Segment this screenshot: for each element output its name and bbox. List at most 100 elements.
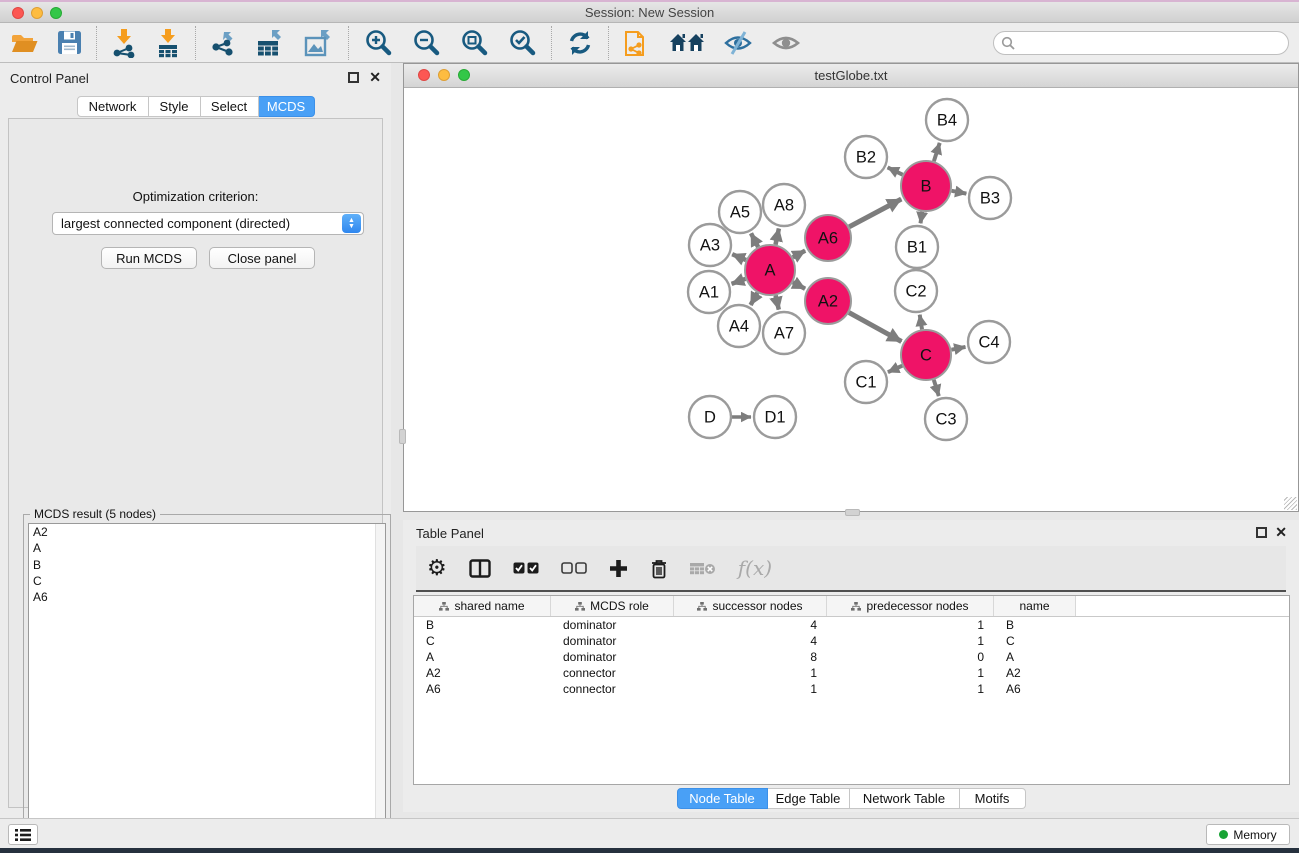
graph-edge-C-C3[interactable] bbox=[934, 380, 939, 396]
graph-edge-A-A3[interactable] bbox=[732, 254, 746, 260]
table-cell[interactable]: B bbox=[414, 617, 551, 633]
zoom-fit-button[interactable] bbox=[450, 25, 498, 61]
graph-edge-C-C1[interactable] bbox=[888, 366, 902, 373]
import-network-button[interactable] bbox=[102, 25, 146, 61]
optimization-select[interactable]: largest connected component (directed) ▲… bbox=[52, 212, 364, 235]
table-cell[interactable]: connector bbox=[551, 665, 674, 681]
graph-edge-A-A7[interactable] bbox=[776, 295, 779, 309]
tab-motifs[interactable]: Motifs bbox=[960, 788, 1026, 809]
graph-edge-A2-C[interactable] bbox=[849, 313, 902, 342]
network-canvas[interactable]: B4B2BB3A8A5A6A3B1AA1C2A2A4A7C4CC1DD1C3 bbox=[404, 88, 1298, 511]
import-table-button[interactable] bbox=[146, 25, 190, 61]
show-graphics-details-button[interactable] bbox=[762, 25, 810, 61]
column-header-successor-nodes[interactable]: successor nodes bbox=[674, 596, 827, 616]
run-mcds-button[interactable]: Run MCDS bbox=[101, 247, 197, 269]
column-header-MCDS-role[interactable]: MCDS role bbox=[551, 596, 674, 616]
table-cell[interactable]: A6 bbox=[994, 681, 1076, 697]
graph-edge-A-A6[interactable] bbox=[793, 251, 805, 258]
export-image-button[interactable] bbox=[295, 25, 343, 61]
table-cell[interactable]: 4 bbox=[674, 633, 827, 649]
table-cell[interactable]: A2 bbox=[994, 665, 1076, 681]
scrollbar-track[interactable] bbox=[375, 524, 385, 850]
add-column-button[interactable] bbox=[598, 559, 639, 578]
graph-edge-B-B1[interactable] bbox=[921, 212, 923, 224]
delete-column-button[interactable] bbox=[639, 558, 679, 579]
close-window-button[interactable] bbox=[12, 7, 24, 19]
select-all-button[interactable] bbox=[502, 562, 550, 574]
table-cell[interactable]: connector bbox=[551, 681, 674, 697]
zoom-out-button[interactable] bbox=[402, 25, 450, 61]
search-field[interactable] bbox=[993, 31, 1289, 55]
node-table[interactable]: shared nameMCDS rolesuccessor nodesprede… bbox=[413, 595, 1290, 785]
column-header-name[interactable]: name bbox=[994, 596, 1076, 616]
memory-button[interactable]: Memory bbox=[1206, 824, 1290, 845]
table-cell[interactable]: 1 bbox=[827, 681, 994, 697]
new-network-from-file-button[interactable] bbox=[614, 25, 660, 61]
hide-graphics-details-button[interactable] bbox=[714, 25, 762, 61]
float-panel-icon[interactable] bbox=[1256, 527, 1267, 538]
close-panel-button[interactable]: Close panel bbox=[209, 247, 315, 269]
table-row[interactable]: Cdominator41C bbox=[414, 633, 1289, 649]
table-cell[interactable]: dominator bbox=[551, 617, 674, 633]
graph-edge-A-A8[interactable] bbox=[776, 229, 779, 245]
mcds-result-item[interactable]: A6 bbox=[29, 589, 385, 605]
graph-edge-A6-B[interactable] bbox=[849, 199, 901, 227]
zoom-window-button[interactable] bbox=[50, 7, 62, 19]
tab-node-table[interactable]: Node Table bbox=[677, 788, 768, 809]
function-builder-button[interactable]: f(x) bbox=[727, 556, 783, 580]
table-cell[interactable]: A bbox=[994, 649, 1076, 665]
graph-edge-C-C2[interactable] bbox=[920, 315, 922, 330]
mcds-result-list[interactable]: A2ABCA6 bbox=[28, 523, 386, 851]
table-settings-button[interactable]: ⚙ bbox=[416, 556, 458, 581]
deselect-all-button[interactable] bbox=[550, 562, 598, 574]
table-cell[interactable]: C bbox=[994, 633, 1076, 649]
tab-select[interactable]: Select bbox=[201, 96, 259, 117]
close-panel-icon[interactable]: ✕ bbox=[369, 70, 381, 84]
table-cell[interactable]: A2 bbox=[414, 665, 551, 681]
minimize-window-button[interactable] bbox=[31, 7, 43, 19]
graph-edge-B-B3[interactable] bbox=[952, 191, 967, 194]
export-network-button[interactable] bbox=[201, 25, 247, 61]
delete-table-button[interactable] bbox=[679, 561, 727, 576]
graph-edge-C-C4[interactable] bbox=[952, 347, 966, 350]
table-cell[interactable]: 0 bbox=[827, 649, 994, 665]
table-cell[interactable]: 4 bbox=[674, 617, 827, 633]
table-row[interactable]: Bdominator41B bbox=[414, 617, 1289, 633]
table-cell[interactable]: dominator bbox=[551, 649, 674, 665]
tab-mcds[interactable]: MCDS bbox=[259, 96, 315, 117]
table-cell[interactable]: B bbox=[994, 617, 1076, 633]
graph-edge-A-A1[interactable] bbox=[732, 279, 746, 284]
export-table-button[interactable] bbox=[247, 25, 295, 61]
table-cell[interactable]: C bbox=[414, 633, 551, 649]
table-cell[interactable]: 1 bbox=[827, 617, 994, 633]
table-row[interactable]: Adominator80A bbox=[414, 649, 1289, 665]
layout-home-button[interactable] bbox=[660, 25, 714, 61]
graph-edge-A-A4[interactable] bbox=[751, 293, 758, 305]
mcds-result-item[interactable]: A bbox=[29, 540, 385, 556]
zoom-network-button[interactable] bbox=[458, 69, 470, 81]
tab-edge-table[interactable]: Edge Table bbox=[768, 788, 850, 809]
task-history-button[interactable] bbox=[8, 824, 38, 845]
horizontal-splitter-grip[interactable] bbox=[845, 509, 860, 516]
zoom-selected-button[interactable] bbox=[498, 25, 546, 61]
column-header-predecessor-nodes[interactable]: predecessor nodes bbox=[827, 596, 994, 616]
zoom-in-button[interactable] bbox=[354, 25, 402, 61]
vertical-splitter-grip[interactable] bbox=[399, 429, 406, 444]
table-cell[interactable]: 1 bbox=[674, 681, 827, 697]
tab-style[interactable]: Style bbox=[149, 96, 201, 117]
network-graph[interactable]: B4B2BB3A8A5A6A3B1AA1C2A2A4A7C4CC1DD1C3 bbox=[404, 88, 1298, 511]
close-network-button[interactable] bbox=[418, 69, 430, 81]
tab-network[interactable]: Network bbox=[77, 96, 149, 117]
mcds-result-item[interactable]: C bbox=[29, 573, 385, 589]
table-cell[interactable]: 1 bbox=[827, 665, 994, 681]
table-row[interactable]: A2connector11A2 bbox=[414, 665, 1289, 681]
table-row[interactable]: A6connector11A6 bbox=[414, 681, 1289, 697]
resize-grip-icon[interactable] bbox=[1284, 497, 1297, 510]
column-header-shared-name[interactable]: shared name bbox=[414, 596, 551, 616]
float-panel-icon[interactable] bbox=[348, 72, 359, 83]
table-cell[interactable]: 8 bbox=[674, 649, 827, 665]
mcds-result-item[interactable]: A2 bbox=[29, 524, 385, 540]
minimize-network-button[interactable] bbox=[438, 69, 450, 81]
table-cell[interactable]: A bbox=[414, 649, 551, 665]
table-cell[interactable]: 1 bbox=[674, 665, 827, 681]
